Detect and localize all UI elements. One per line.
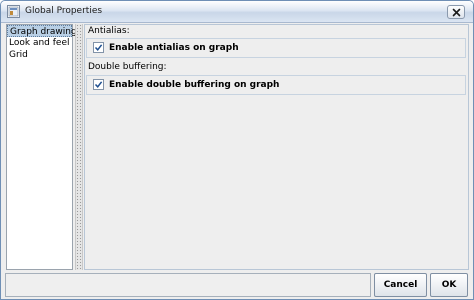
- antialias-option[interactable]: Enable antialias on graph: [93, 42, 239, 53]
- nav-item-graph-drawing[interactable]: Graph drawing: [7, 25, 77, 37]
- dialog-footer: Cancel OK: [5, 273, 469, 298]
- status-field: [5, 273, 371, 297]
- antialias-heading: Antialias:: [88, 26, 130, 36]
- antialias-checkbox[interactable]: [93, 42, 104, 53]
- nav-item-grid[interactable]: Grid: [7, 49, 72, 61]
- double-buffering-heading: Double buffering:: [88, 62, 167, 72]
- checkmark-icon: [94, 81, 103, 88]
- nav-item-look-and-feel[interactable]: Look and feel: [7, 37, 72, 49]
- nav-item-label: Look and feel: [9, 38, 70, 48]
- antialias-group: Enable antialias on graph: [86, 38, 466, 58]
- double-buffering-group: Enable double buffering on graph: [86, 75, 466, 95]
- app-window-icon: [7, 5, 20, 18]
- category-list[interactable]: Graph drawing Look and feel Grid: [6, 24, 77, 270]
- properties-dialog: Global Properties Graph drawing Look and…: [0, 0, 474, 300]
- nav-item-label: Graph drawing: [10, 27, 77, 37]
- title-bar[interactable]: Global Properties: [1, 1, 473, 23]
- close-button[interactable]: [447, 5, 465, 19]
- dialog-content: Graph drawing Look and feel Grid Antiali…: [5, 24, 469, 272]
- settings-panel: Antialias: Enable antialias on graph Dou…: [84, 24, 469, 270]
- ok-button[interactable]: OK: [430, 273, 468, 297]
- split-pane-divider[interactable]: [75, 24, 83, 270]
- cancel-button[interactable]: Cancel: [374, 273, 427, 297]
- checkmark-icon: [94, 44, 103, 51]
- double-buffering-option[interactable]: Enable double buffering on graph: [93, 79, 279, 90]
- double-buffering-checkbox[interactable]: [93, 79, 104, 90]
- window-title: Global Properties: [25, 6, 103, 16]
- double-buffering-checkbox-label[interactable]: Enable double buffering on graph: [109, 80, 279, 90]
- nav-item-label: Grid: [9, 50, 28, 60]
- antialias-checkbox-label[interactable]: Enable antialias on graph: [109, 43, 239, 53]
- close-icon: [452, 8, 460, 16]
